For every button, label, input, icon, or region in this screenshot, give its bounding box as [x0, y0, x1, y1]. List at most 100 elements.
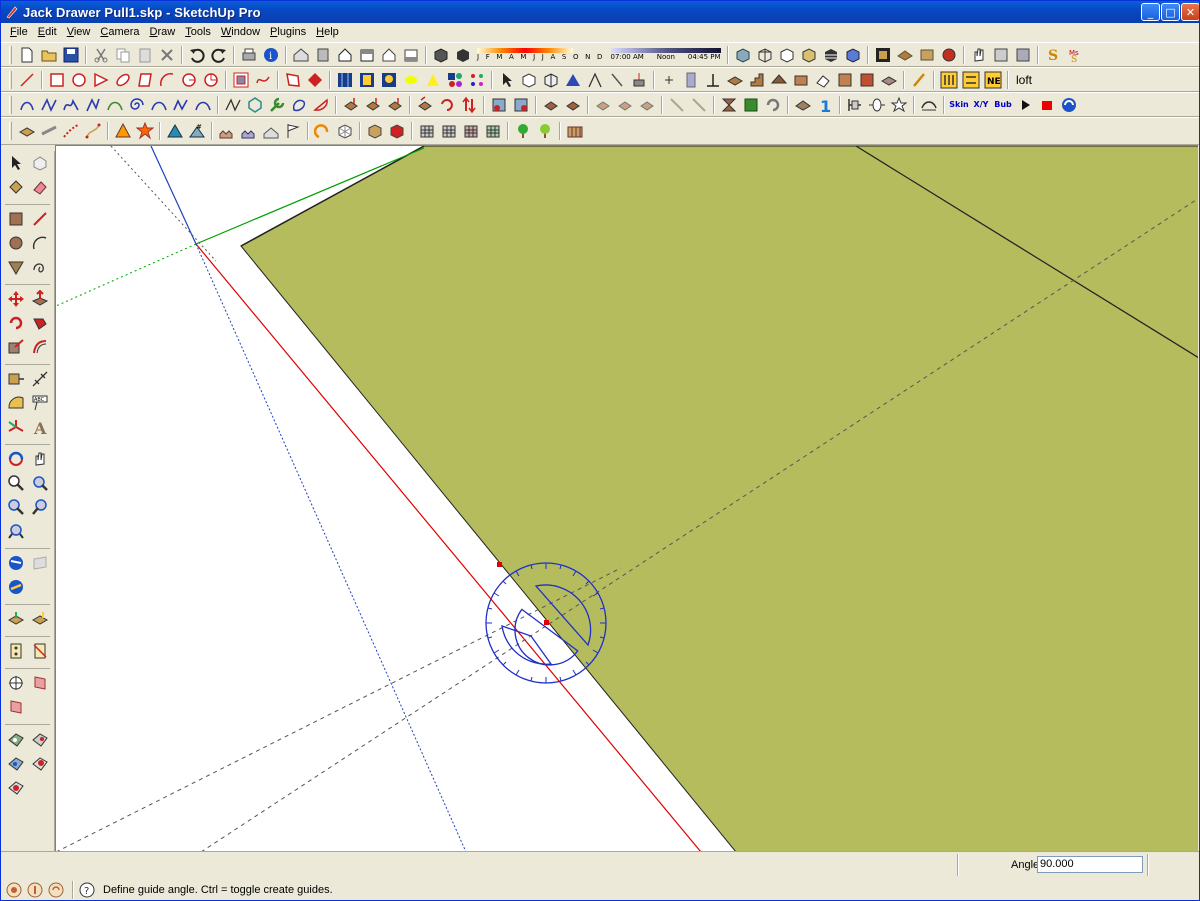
section-plane-tool-icon[interactable]	[29, 672, 51, 694]
warning-triangle-icon[interactable]	[112, 120, 134, 142]
joint-push-icon[interactable]	[540, 94, 562, 116]
polygon-outline-icon[interactable]	[244, 94, 266, 116]
component-icon[interactable]	[894, 44, 916, 66]
bub-plugin-icon[interactable]: Bub	[992, 94, 1014, 116]
spiral-icon[interactable]	[126, 94, 148, 116]
axes-icon[interactable]	[5, 416, 27, 438]
lambda-icon[interactable]	[584, 69, 606, 91]
measure-line-icon[interactable]	[666, 94, 688, 116]
brick-plugin-icon[interactable]	[856, 69, 878, 91]
undo-icon[interactable]	[186, 44, 208, 66]
joint-pull-icon[interactable]	[562, 94, 584, 116]
align-n-icon[interactable]	[384, 94, 406, 116]
catenary-icon[interactable]	[148, 94, 170, 116]
follow-path-icon[interactable]	[38, 120, 60, 142]
select-arrow-icon[interactable]	[496, 69, 518, 91]
select-tool-icon[interactable]	[5, 152, 27, 174]
wireframe-icon[interactable]	[754, 44, 776, 66]
menu-view[interactable]: View	[62, 26, 96, 38]
wall-tool-icon[interactable]	[790, 69, 812, 91]
stair-tool-icon[interactable]	[746, 69, 768, 91]
google-earth-icon[interactable]	[5, 552, 27, 574]
redo-icon[interactable]	[208, 44, 230, 66]
dimension-icon[interactable]	[29, 368, 51, 390]
paint-bucket-icon[interactable]	[5, 176, 27, 198]
grid-plugin-icon[interactable]	[334, 69, 356, 91]
trident-icon[interactable]	[628, 69, 650, 91]
cone-icon[interactable]	[422, 69, 444, 91]
panel-icon[interactable]	[680, 69, 702, 91]
wrench-icon[interactable]	[266, 94, 288, 116]
refresh-icon[interactable]	[762, 94, 784, 116]
arc-green-icon[interactable]	[104, 94, 126, 116]
box-tool-icon[interactable]	[724, 69, 746, 91]
bridge-icon[interactable]	[918, 94, 940, 116]
circle-icon[interactable]	[5, 232, 27, 254]
terrain-icon[interactable]	[164, 120, 186, 142]
green-face[interactable]	[240, 146, 1198, 851]
xy-plugin-icon[interactable]: X/Y	[970, 94, 992, 116]
section-cut-icon[interactable]	[844, 94, 866, 116]
modeling-viewport[interactable]	[55, 145, 1198, 851]
previous-view-icon[interactable]	[5, 496, 27, 518]
sandbox-stamp-icon[interactable]	[29, 728, 51, 750]
line-tool-icon[interactable]	[16, 69, 38, 91]
house-blue-icon[interactable]	[238, 120, 260, 142]
fredo-curve-icon[interactable]	[222, 94, 244, 116]
print-icon[interactable]	[238, 44, 260, 66]
bars-plugin-icon[interactable]	[938, 69, 960, 91]
grid-cube-3-icon[interactable]	[460, 120, 482, 142]
dots-plugin-icon[interactable]	[466, 69, 488, 91]
toolbar-grip[interactable]	[9, 45, 12, 64]
house-green-icon[interactable]	[260, 120, 282, 142]
polygon-tool-icon[interactable]	[282, 69, 304, 91]
circle-tool-icon[interactable]	[68, 69, 90, 91]
bulb-plugin-icon[interactable]	[378, 69, 400, 91]
curve-points-2-icon[interactable]	[82, 120, 104, 142]
sector-tool-icon[interactable]	[200, 69, 222, 91]
rectangle-tool-icon[interactable]	[46, 69, 68, 91]
front-view-icon[interactable]	[334, 44, 356, 66]
scenes-icon[interactable]	[1012, 44, 1034, 66]
chamfer-icon[interactable]	[614, 94, 636, 116]
shaded-textures-icon[interactable]	[820, 44, 842, 66]
polygon-icon[interactable]	[5, 256, 27, 278]
sandbox-drape-icon[interactable]	[5, 752, 27, 774]
rotate-orange-icon[interactable]	[312, 120, 334, 142]
bevel-icon[interactable]	[636, 94, 658, 116]
zoom-selection-icon[interactable]	[5, 520, 27, 542]
menu-help[interactable]: Help	[311, 26, 344, 38]
spline-icon[interactable]	[38, 94, 60, 116]
arrow-up-down-icon[interactable]	[458, 94, 480, 116]
zoom-window-icon[interactable]	[29, 472, 51, 494]
section-fill-icon[interactable]	[5, 696, 27, 718]
toolbar-grip[interactable]	[9, 95, 12, 114]
tape-measure-icon[interactable]	[5, 368, 27, 390]
wood-cube-icon[interactable]	[364, 120, 386, 142]
offset-icon[interactable]	[29, 336, 51, 358]
green-box-icon[interactable]	[740, 94, 762, 116]
menu-draw[interactable]: Draw	[145, 26, 181, 38]
loft-button[interactable]: loft	[1012, 73, 1036, 87]
ellipse-tool-icon[interactable]	[112, 69, 134, 91]
plugin-swirl-icon[interactable]	[1058, 94, 1080, 116]
rotate-icon[interactable]	[5, 312, 27, 334]
align-j-icon[interactable]	[340, 94, 362, 116]
roof-tool-icon[interactable]	[768, 69, 790, 91]
grid-cube-4-icon[interactable]	[482, 120, 504, 142]
ms-plugin-icon[interactable]: Ms S	[1064, 44, 1086, 66]
help-icon[interactable]: ?	[78, 881, 96, 899]
cube-grid-icon[interactable]	[334, 120, 356, 142]
outer-shell-icon[interactable]	[518, 69, 540, 91]
menu-tools[interactable]: Tools	[180, 26, 216, 38]
top-view-icon[interactable]	[312, 44, 334, 66]
arc-blue-icon[interactable]	[192, 94, 214, 116]
curve-points-icon[interactable]	[60, 120, 82, 142]
maximize-button[interactable]: □	[1161, 3, 1180, 21]
cut-icon[interactable]	[90, 44, 112, 66]
paintbrush-icon[interactable]	[908, 69, 930, 91]
red-cube-icon[interactable]	[386, 120, 408, 142]
axis-tool-icon[interactable]	[702, 69, 724, 91]
extrude-icon[interactable]	[16, 120, 38, 142]
styles-s-icon[interactable]: S	[1042, 44, 1064, 66]
